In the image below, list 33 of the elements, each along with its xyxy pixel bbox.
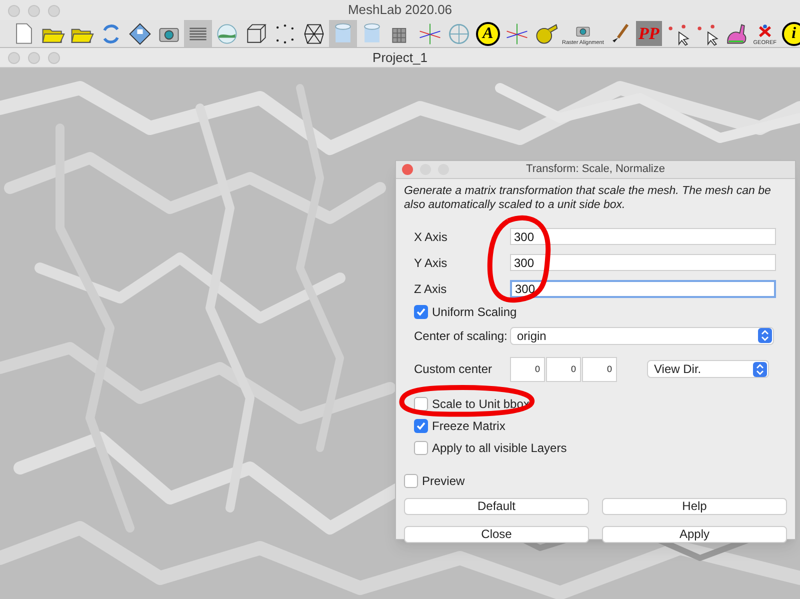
- dialog-button[interactable]: Help: [602, 498, 787, 514]
- dialog-button[interactable]: Close: [404, 526, 589, 542]
- dropdown[interactable]: origin: [510, 326, 774, 344]
- description: Generate a matrix transformation that scale the mesh. The mesh can be also automatically scaled to a unit side box.: [404, 184, 772, 212]
- dropdown[interactable]: View Dir.: [647, 360, 769, 378]
- stepper-icon: [758, 328, 772, 343]
- checkbox-label: Apply to all visible Layers: [432, 440, 567, 456]
- checkbox[interactable]: [414, 440, 428, 454]
- input-field[interactable]: 300: [510, 228, 776, 245]
- checkbox-label: Uniform Scaling: [432, 304, 517, 320]
- window-title: MeshLab 2020.06: [348, 1, 452, 20]
- field-label: Center of scaling:: [414, 328, 508, 344]
- input-field[interactable]: 300: [510, 254, 776, 271]
- field-label: Z Axis: [414, 280, 448, 298]
- dialog-title: Transform: Scale, Normalize: [526, 162, 665, 177]
- checkbox-label: Freeze Matrix: [432, 418, 506, 434]
- field-label: Y Axis: [414, 254, 448, 272]
- dialog-button[interactable]: Default: [404, 498, 589, 514]
- stepper-icon: [753, 362, 767, 376]
- field-label: Custom center: [414, 361, 494, 378]
- dialog-button[interactable]: Apply: [602, 526, 787, 542]
- checkbox[interactable]: [414, 396, 428, 410]
- checkbox-label: Preview: [422, 472, 465, 490]
- document-title: Project_1: [372, 48, 428, 67]
- input-field[interactable]: 0: [510, 356, 545, 382]
- checkbox[interactable]: [414, 418, 428, 432]
- field-label: X Axis: [414, 228, 448, 246]
- close-button[interactable]: [402, 164, 413, 175]
- input-field[interactable]: 0: [546, 356, 581, 382]
- input-field[interactable]: 300: [510, 280, 776, 298]
- checkbox[interactable]: [404, 474, 418, 488]
- checkbox[interactable]: [414, 304, 428, 318]
- input-field[interactable]: 0: [582, 356, 617, 382]
